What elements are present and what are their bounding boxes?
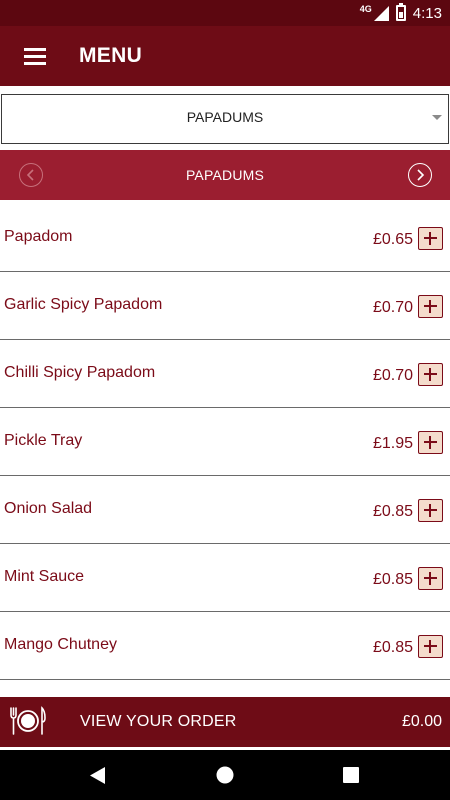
category-title: PAPADUMS [185,167,265,183]
add-item-button[interactable] [418,431,443,454]
add-item-button[interactable] [418,363,443,386]
item-price: £0.85 [372,639,413,656]
plate-cutlery-icon [10,706,46,735]
item-name: Chilli Spicy Papadom [4,364,156,381]
add-item-button[interactable] [418,635,443,658]
view-order-button[interactable]: VIEW YOUR ORDER £0.00 [0,697,450,747]
list-item: Pickle Tray £1.95 [0,408,450,476]
item-name: Mango Chutney [4,636,117,653]
view-order-label: VIEW YOUR ORDER [80,713,237,730]
item-name: Garlic Spicy Papadom [4,296,163,313]
item-price: £1.95 [372,435,413,452]
item-name: Pickle Tray [4,432,83,449]
add-item-button[interactable] [418,499,443,522]
item-price: £0.70 [372,367,413,384]
item-price: £0.70 [372,299,413,316]
signal-icon [373,5,389,21]
page-title: MENU [79,44,143,67]
list-item: Mint Sauce £0.85 [0,544,450,612]
item-name: Papadom [4,228,73,245]
list-item: Chilli Spicy Papadom £0.70 [0,340,450,408]
list-item: Papadom £0.65 [0,204,450,272]
list-item: Garlic Spicy Papadom £0.70 [0,272,450,340]
add-item-button[interactable] [418,567,443,590]
add-item-button[interactable] [418,227,443,250]
back-button[interactable] [68,750,128,800]
list-item: Onion Salad £0.85 [0,476,450,544]
recent-apps-square-icon [343,767,359,783]
status-bar: 4G 4:13 [0,0,450,26]
category-header: PAPADUMS [0,150,450,200]
clock: 4:13 [412,4,442,22]
battery-icon [395,3,406,21]
item-name: Mint Sauce [4,568,85,585]
hamburger-icon[interactable] [24,48,46,65]
recent-apps-button[interactable] [321,750,381,800]
menu-screen: 4G 4:13 MENU PAPADUMS PAPADUMS Papadom £… [0,0,450,800]
dropdown-caret-icon [432,115,442,120]
category-dropdown-value: PAPADUMS [186,109,264,125]
menu-item-list: Papadom £0.65 Garlic Spicy Papadom £0.70… [0,204,450,680]
status-icons: 4G 4:13 [360,0,442,26]
item-price: £0.85 [372,571,413,588]
next-category-button[interactable] [408,163,432,187]
home-circle-icon [216,766,234,784]
item-price: £0.65 [372,231,413,248]
network-type-label: 4G [359,4,372,14]
list-item: Mango Chutney £0.85 [0,612,450,680]
order-total: £0.00 [401,713,442,730]
category-dropdown[interactable]: PAPADUMS [1,94,449,144]
item-price: £0.85 [372,503,413,520]
app-bar: MENU [0,26,450,86]
chevron-right-icon [417,169,425,181]
item-name: Onion Salad [4,500,93,517]
home-button[interactable] [195,750,255,800]
add-item-button[interactable] [418,295,443,318]
system-navigation-bar [0,750,450,800]
back-triangle-icon [90,766,105,784]
